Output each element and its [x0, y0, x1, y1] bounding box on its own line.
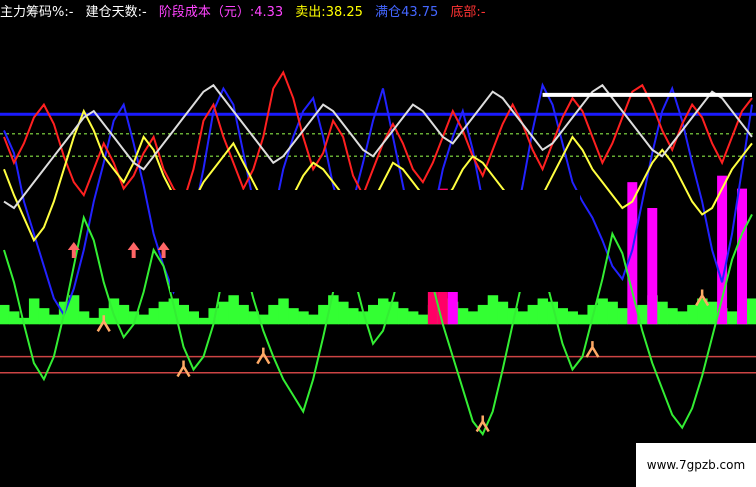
volume-bar [387, 301, 399, 325]
volume-bar [28, 298, 40, 325]
volume-bar [417, 314, 429, 325]
volume-bar [138, 314, 150, 325]
volume-bar [118, 304, 130, 325]
header-label: 主力筹码%: [0, 5, 69, 20]
header-label: 卖出: [295, 5, 326, 20]
volume-bar [48, 314, 60, 325]
header-value: - [141, 5, 147, 20]
buy-signal-marker [176, 360, 191, 378]
header-item-build-days: 建仓天数:- [86, 0, 147, 26]
header-item-bottom: 底部:- [450, 0, 485, 26]
volume-bar [537, 298, 549, 325]
volume-bar [238, 304, 249, 325]
volume-bar [657, 301, 668, 325]
volume-bar [517, 311, 529, 325]
volume-bar [397, 308, 409, 325]
volume-bar [178, 304, 190, 325]
volume-bar [487, 295, 499, 325]
header-label: 底部: [450, 5, 481, 20]
header-item-sell: 卖出:38.25 [295, 0, 363, 26]
header-item-full-position: 满仓43.75 [375, 0, 438, 26]
highlight-bar [737, 188, 748, 325]
volume-bar [8, 311, 20, 325]
volume-bar [158, 301, 170, 325]
volume-bar [597, 298, 608, 325]
volume-bar [288, 308, 299, 325]
header-value: 38.25 [325, 5, 363, 20]
volume-bar [188, 311, 199, 325]
header-value: 4.33 [254, 5, 284, 20]
header-label: 阶段成本（元）: [158, 5, 255, 20]
volume-bar [298, 311, 309, 325]
volume-bar [467, 311, 479, 325]
volume-bar [228, 295, 239, 325]
header-item-stage-cost: 阶段成本（元）:4.33 [159, 0, 283, 26]
volume-bar [667, 308, 678, 325]
volume-bar [557, 308, 568, 325]
volume-bar [88, 317, 100, 325]
volume-bar [617, 308, 628, 325]
volume-bar [338, 301, 349, 325]
volume-bar [308, 314, 319, 325]
header-value: - [68, 5, 74, 20]
volume-bar [457, 308, 469, 325]
header-value: 43.75 [401, 5, 439, 20]
volume-bar [268, 304, 279, 325]
volume-bar [278, 298, 289, 325]
volume-bar [407, 311, 419, 325]
header-value: - [480, 5, 486, 20]
volume-bar [38, 308, 50, 325]
buy-signal-marker [585, 341, 600, 358]
volume-bar [727, 311, 738, 325]
series-line-red [3, 70, 753, 204]
volume-bar [78, 311, 90, 325]
header-label: 满仓 [375, 5, 402, 20]
volume-bar [567, 311, 578, 325]
volume-bar [477, 304, 489, 325]
volume-bar [368, 304, 379, 325]
volume-bar [348, 308, 359, 325]
volume-bar [0, 304, 10, 325]
volume-bar [198, 317, 209, 325]
volume-bar [687, 304, 698, 325]
chart-stage: 主力筹码%:- 建仓天数:- 阶段成本（元）:4.33 卖出:38.25 满仓4… [0, 0, 756, 487]
volume-bar [148, 308, 160, 325]
volume-bar [527, 304, 539, 325]
header-label: 建仓天数: [85, 5, 142, 20]
volume-bar [497, 301, 509, 325]
buy-signal-marker [256, 347, 271, 365]
volume-bar [607, 301, 618, 325]
volume-bar [218, 301, 229, 325]
up-arrow-icon [127, 242, 140, 258]
volume-bar [577, 314, 588, 325]
highlight-bar [647, 208, 658, 325]
header-item-main-chip: 主力筹码%:- [0, 0, 73, 26]
watermark-text: www.7gpzb.com [636, 443, 756, 487]
volume-bar [747, 298, 756, 325]
blank-region [170, 190, 580, 292]
indicator-header: 主力筹码%:- 建仓天数:- 阶段成本（元）:4.33 卖出:38.25 满仓4… [0, 0, 756, 26]
volume-bar [677, 311, 688, 325]
